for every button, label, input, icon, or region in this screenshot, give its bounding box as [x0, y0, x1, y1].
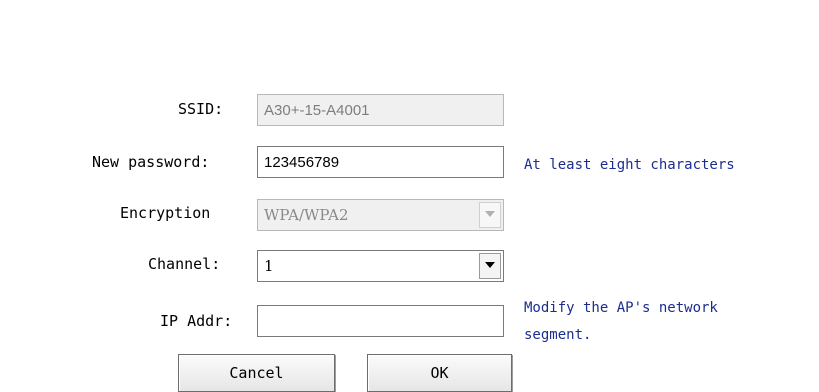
new-password-label: New password:	[92, 153, 210, 171]
new-password-field[interactable]	[257, 146, 504, 178]
encryption-selected-value: WPA/WPA2	[264, 206, 349, 224]
chevron-down-icon	[479, 202, 501, 228]
chevron-down-icon[interactable]	[479, 253, 501, 279]
ok-button[interactable]: OK	[367, 354, 512, 392]
cancel-button[interactable]: Cancel	[178, 354, 335, 392]
ip-addr-label: IP Addr:	[160, 312, 233, 330]
password-hint: At least eight characters	[524, 157, 735, 173]
channel-selected-value: 1	[264, 257, 274, 275]
ip-hint-line-2: segment.	[524, 327, 592, 343]
encryption-select: WPA/WPA2	[257, 199, 504, 231]
channel-select[interactable]: 1	[257, 250, 504, 282]
ip-hint-line-1: Modify the AP's network	[524, 300, 718, 316]
ip-addr-field[interactable]	[257, 305, 504, 337]
encryption-label: Encryption	[120, 204, 211, 222]
settings-panel: SSID: New password: At least eight chara…	[0, 0, 819, 392]
ssid-label: SSID:	[178, 100, 224, 118]
channel-label: Channel:	[148, 255, 221, 273]
ssid-field	[257, 94, 504, 126]
